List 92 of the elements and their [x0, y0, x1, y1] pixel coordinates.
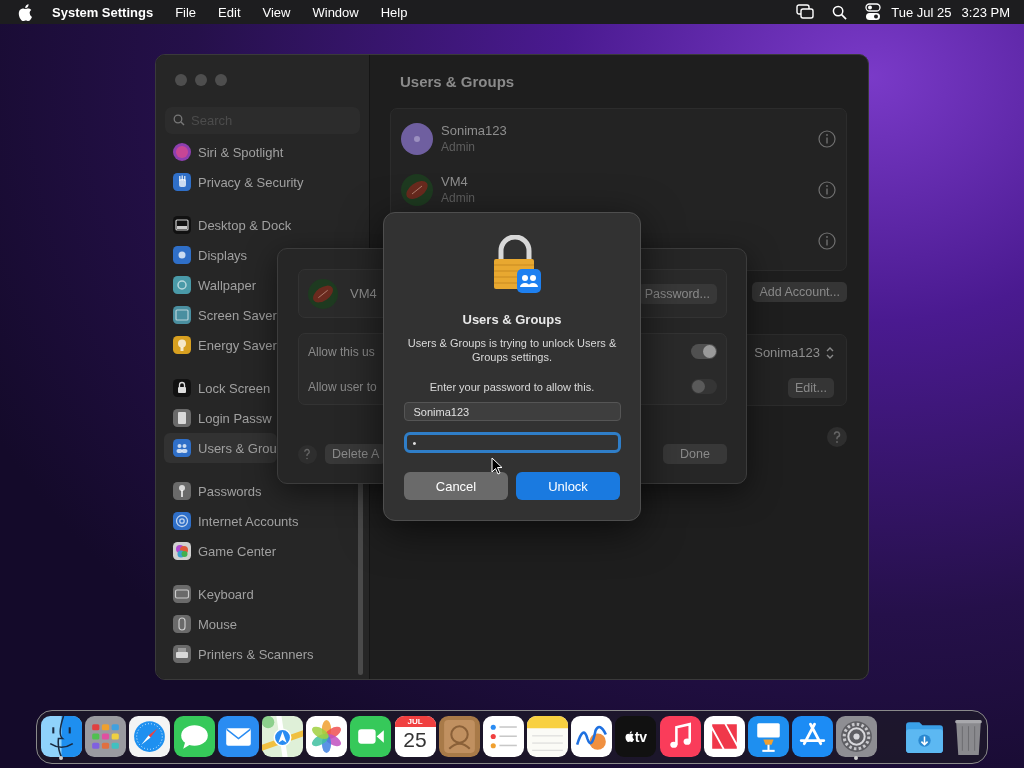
sidebar-item[interactable]: Privacy & Security	[164, 167, 304, 197]
menu-item[interactable]: Window	[312, 4, 359, 20]
sidebar-item[interactable]: Printers & Scanners	[164, 639, 314, 669]
panel-icon	[172, 408, 192, 428]
password-field[interactable]: •	[403, 432, 621, 453]
sidebar-item[interactable]: Users & Grou	[164, 433, 277, 463]
lock-icon	[172, 378, 192, 398]
people-icon	[172, 438, 192, 458]
sidebar-item[interactable]: Siri & Spotlight	[164, 137, 284, 167]
sidebar-item[interactable]: Mouse	[164, 609, 238, 639]
menu-item[interactable]: File	[175, 4, 197, 20]
envelope-icon[interactable]	[217, 716, 259, 757]
user-name: Sonima123	[441, 123, 507, 138]
running-indicator	[59, 756, 63, 760]
user-name: VM4	[350, 286, 377, 301]
menu-item[interactable]: Edit	[218, 4, 241, 20]
window-icon	[172, 215, 192, 235]
compass-icon[interactable]	[129, 716, 171, 757]
sidebar-item[interactable]: Keyboard	[164, 579, 254, 609]
dialog-message: Users & Groups is trying to unlock Users & Groups settings.	[406, 336, 618, 364]
menu-item[interactable]: Help	[380, 4, 408, 20]
mouse-pointer-icon	[491, 457, 503, 475]
user-popup-button[interactable]: Sonima123	[754, 345, 820, 360]
scribble-icon[interactable]	[571, 716, 613, 757]
sidebar-item[interactable]: Desktop & Dock	[164, 210, 292, 240]
dialog-title: Users & Groups	[462, 312, 562, 327]
toggle-switch[interactable]	[691, 344, 717, 359]
map-icon[interactable]	[261, 716, 303, 757]
sidebar-item[interactable]: Internet Accounts	[164, 506, 299, 536]
search-icon	[173, 114, 185, 126]
notepad-icon[interactable]	[527, 716, 569, 757]
sidebar-item[interactable]: Game Center	[164, 536, 277, 566]
running-indicator	[854, 756, 859, 760]
toggle-switches-icon[interactable]	[865, 3, 882, 21]
bubbles-icon	[172, 541, 192, 561]
sidebar-item[interactable]: Lock Screen	[164, 373, 271, 403]
sidebar-item[interactable]: Login Passw	[164, 403, 272, 433]
username-field[interactable]: Sonima123	[403, 402, 621, 421]
hand-icon	[172, 172, 192, 192]
menu-bar-date[interactable]: Tue Jul 25	[891, 4, 952, 20]
cancel-button[interactable]: Cancel	[404, 472, 508, 500]
edit-button[interactable]: Edit...	[788, 377, 834, 398]
sun-icon	[172, 245, 192, 265]
orb-icon	[172, 142, 192, 162]
menu-bar-time[interactable]: 3:23 PM	[961, 4, 1010, 20]
sidebar-item[interactable]: Wallpaper	[164, 270, 257, 300]
apple-logo[interactable]	[18, 3, 32, 21]
sidebar-item[interactable]: Screen Saver	[164, 300, 277, 330]
football-icon	[401, 173, 433, 206]
news-icon[interactable]	[703, 716, 745, 757]
checklist-icon[interactable]	[482, 716, 524, 757]
search-icon[interactable]	[832, 4, 848, 20]
avatar-icon	[401, 122, 433, 155]
key-icon	[172, 481, 192, 501]
mouse-icon	[172, 614, 192, 634]
menu-item[interactable]: View	[262, 4, 291, 20]
info-icon[interactable]	[818, 129, 836, 148]
dialog-prompt: Enter your password to allow this.	[429, 381, 595, 393]
keyboard-icon	[172, 584, 192, 604]
page-title: Users & Groups	[400, 73, 516, 91]
face-icon[interactable]	[41, 716, 82, 757]
help-button[interactable]	[827, 427, 847, 447]
info-icon[interactable]	[818, 231, 836, 250]
option-label: Allow this us	[308, 344, 375, 359]
up-down-chevron-icon[interactable]	[826, 345, 834, 360]
printer-icon	[172, 644, 192, 664]
football-icon	[308, 278, 338, 309]
app-grid-icon[interactable]	[85, 716, 127, 757]
video-camera-icon[interactable]	[350, 716, 392, 757]
speech-bubble-icon[interactable]	[173, 716, 215, 757]
sidebar-item[interactable]: Energy Saver	[164, 330, 277, 360]
music-note-icon[interactable]	[659, 716, 701, 757]
info-icon[interactable]	[818, 180, 836, 199]
user-role: Admin	[441, 140, 476, 154]
unlock-button[interactable]: Unlock	[516, 472, 620, 500]
screen-icon	[172, 305, 192, 325]
option-label: Allow user to	[308, 379, 377, 394]
tv-icon[interactable]: tv	[615, 716, 657, 757]
user-name: VM4	[441, 174, 469, 189]
toggle-switch[interactable]	[691, 379, 717, 394]
light-bulb-icon	[172, 335, 192, 355]
done-button[interactable]: Done	[663, 444, 727, 464]
app-store-icon[interactable]	[792, 716, 834, 757]
overlapping-windows-icon[interactable]	[796, 4, 815, 20]
contact-book-icon[interactable]	[438, 716, 480, 757]
lectern-icon[interactable]	[748, 716, 789, 757]
calendar-icon[interactable]: JUL 25	[394, 716, 436, 757]
app-menu[interactable]: System Settings	[52, 4, 154, 20]
sidebar-item[interactable]: Displays	[164, 240, 248, 270]
sidebar-item[interactable]: Passwords	[164, 476, 262, 506]
add-account-button[interactable]: Add Account...	[752, 282, 847, 302]
gear-icon[interactable]	[836, 716, 878, 757]
